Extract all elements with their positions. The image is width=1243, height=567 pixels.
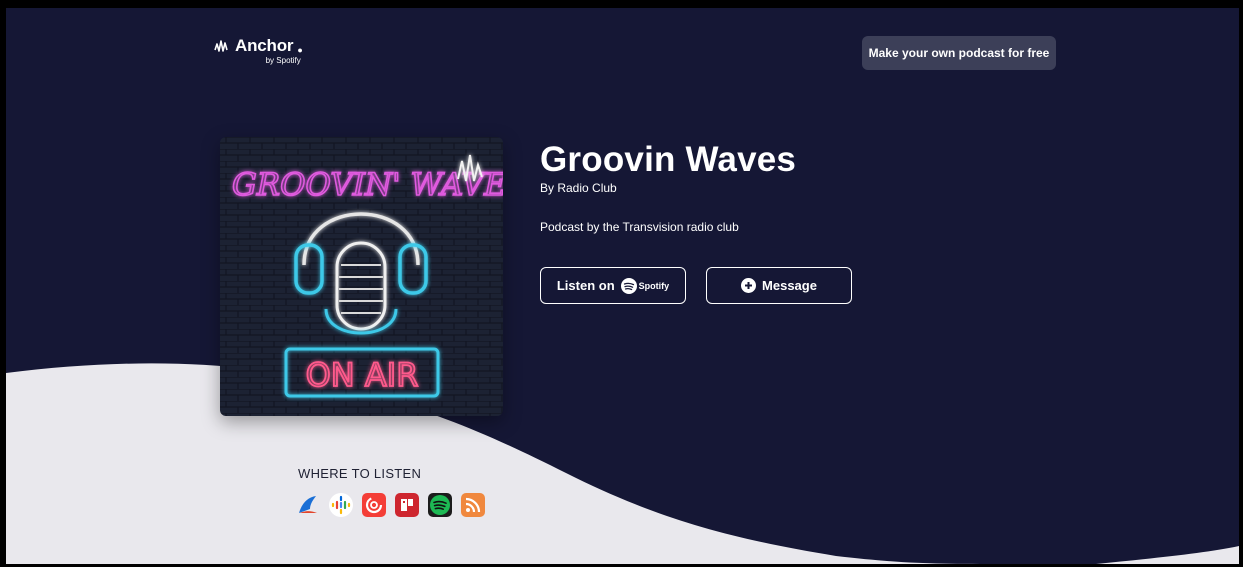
rss-icon[interactable] [461,493,485,517]
spotify-wordmark-text: Spotify [638,280,670,291]
podcast-author: By Radio Club [540,181,617,195]
pocket-casts-icon[interactable] [362,493,386,517]
brand-sub: by Spotify [265,56,301,65]
breaker-icon[interactable] [296,493,320,517]
podcast-title: Groovin Waves [540,140,797,179]
radiopublic-icon[interactable] [395,493,419,517]
spotify-icon[interactable] [428,493,452,517]
brand-dot: ● [297,45,303,55]
anchor-wave-icon [214,40,228,52]
podcast-cover-art: GROOVIN' WAVE ON AIR [220,137,503,416]
cover-neon-title: GROOVIN' WAVE [232,167,503,203]
cover-illustration: GROOVIN' WAVE ON AIR [220,137,503,416]
listen-on-label: Listen on [556,278,615,293]
podcast-description: Podcast by the Transvision radio club [540,220,739,234]
cover-on-air-sign: ON AIR [306,356,419,394]
platform-list [296,493,485,517]
where-to-listen-heading: WHERE TO LISTEN [298,466,422,481]
page-frame: Anchor ● by Spotify Make your own podcas… [6,8,1239,564]
listen-on-spotify-button[interactable]: Listen on Spotify [540,267,686,304]
spotify-wordmark: Spotify [620,277,670,294]
google-podcasts-icon[interactable] [329,493,353,517]
make-podcast-button[interactable]: Make your own podcast for free [862,36,1056,70]
plus-circle-icon [741,278,757,293]
brand-name: Anchor [235,36,294,55]
message-label: Message [762,278,817,293]
anchor-logo[interactable]: Anchor ● by Spotify [214,36,303,65]
message-button[interactable]: Message [706,267,852,304]
spotify-logo-icon [620,277,637,294]
